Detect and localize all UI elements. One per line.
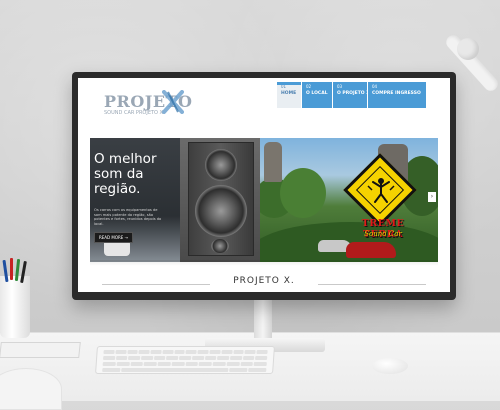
monitor: PROJETO SOUND CAR PROJETO X 01 HOME 02 O… — [72, 72, 456, 300]
speaker-image — [180, 138, 260, 262]
speaker-cabinet — [188, 142, 254, 256]
nav-label: O PROJETO X — [337, 91, 370, 96]
sound-car-image: TREME TERRA Sound Car — [260, 138, 438, 262]
site-logo[interactable]: PROJETO SOUND CAR PROJETO X — [104, 90, 192, 118]
chair — [0, 368, 62, 410]
dancer-figure-icon — [367, 178, 395, 203]
nav-label: O LOCAL — [306, 91, 328, 96]
nav-label: HOME — [281, 91, 297, 96]
nav-item-compre-ingresso[interactable]: 04 COMPRE INGRESSO — [368, 82, 426, 108]
desk-lamp — [443, 20, 500, 100]
section-title: PROJETO X. — [233, 276, 295, 286]
logo-x-icon — [162, 90, 184, 114]
site-header: PROJETO SOUND CAR PROJETO X 01 HOME 02 O… — [78, 78, 450, 122]
nav-item-home[interactable]: 01 HOME — [277, 82, 301, 108]
pen-holder-cup — [0, 258, 30, 338]
logo-subtext: SOUND CAR PROJETO X — [104, 110, 163, 116]
sound-car-subtitle: Sound Car — [364, 230, 402, 238]
website-screen: PROJETO SOUND CAR PROJETO X 01 HOME 02 O… — [78, 78, 450, 292]
nav-label: COMPRE INGRESSO — [372, 91, 421, 96]
slider-next-arrow[interactable]: › — [428, 192, 436, 202]
monitor-stand — [254, 298, 272, 342]
divider-right — [318, 284, 426, 285]
computer-mouse — [372, 358, 408, 374]
section-title-row: PROJETO X. — [78, 276, 450, 290]
divider-left — [102, 284, 210, 285]
hero-description: Os carros com os equipamentos de som mai… — [94, 208, 162, 226]
nav-item-o-projeto-x[interactable]: 03 O PROJETO X — [333, 82, 370, 108]
hero-shadow — [90, 260, 438, 266]
notebook — [0, 342, 81, 358]
red-car — [346, 242, 396, 258]
nav-item-o-local[interactable]: 02 O LOCAL — [302, 82, 332, 108]
read-more-button[interactable]: READ MORE → — [94, 232, 133, 243]
hero-slider: O melhor som da região. Os carros com os… — [78, 130, 450, 270]
main-nav: 01 HOME 02 O LOCAL 03 O PROJETO X 04 COM… — [276, 82, 426, 108]
hero-title: O melhor som da região. — [94, 151, 157, 197]
keyboard — [95, 346, 275, 374]
